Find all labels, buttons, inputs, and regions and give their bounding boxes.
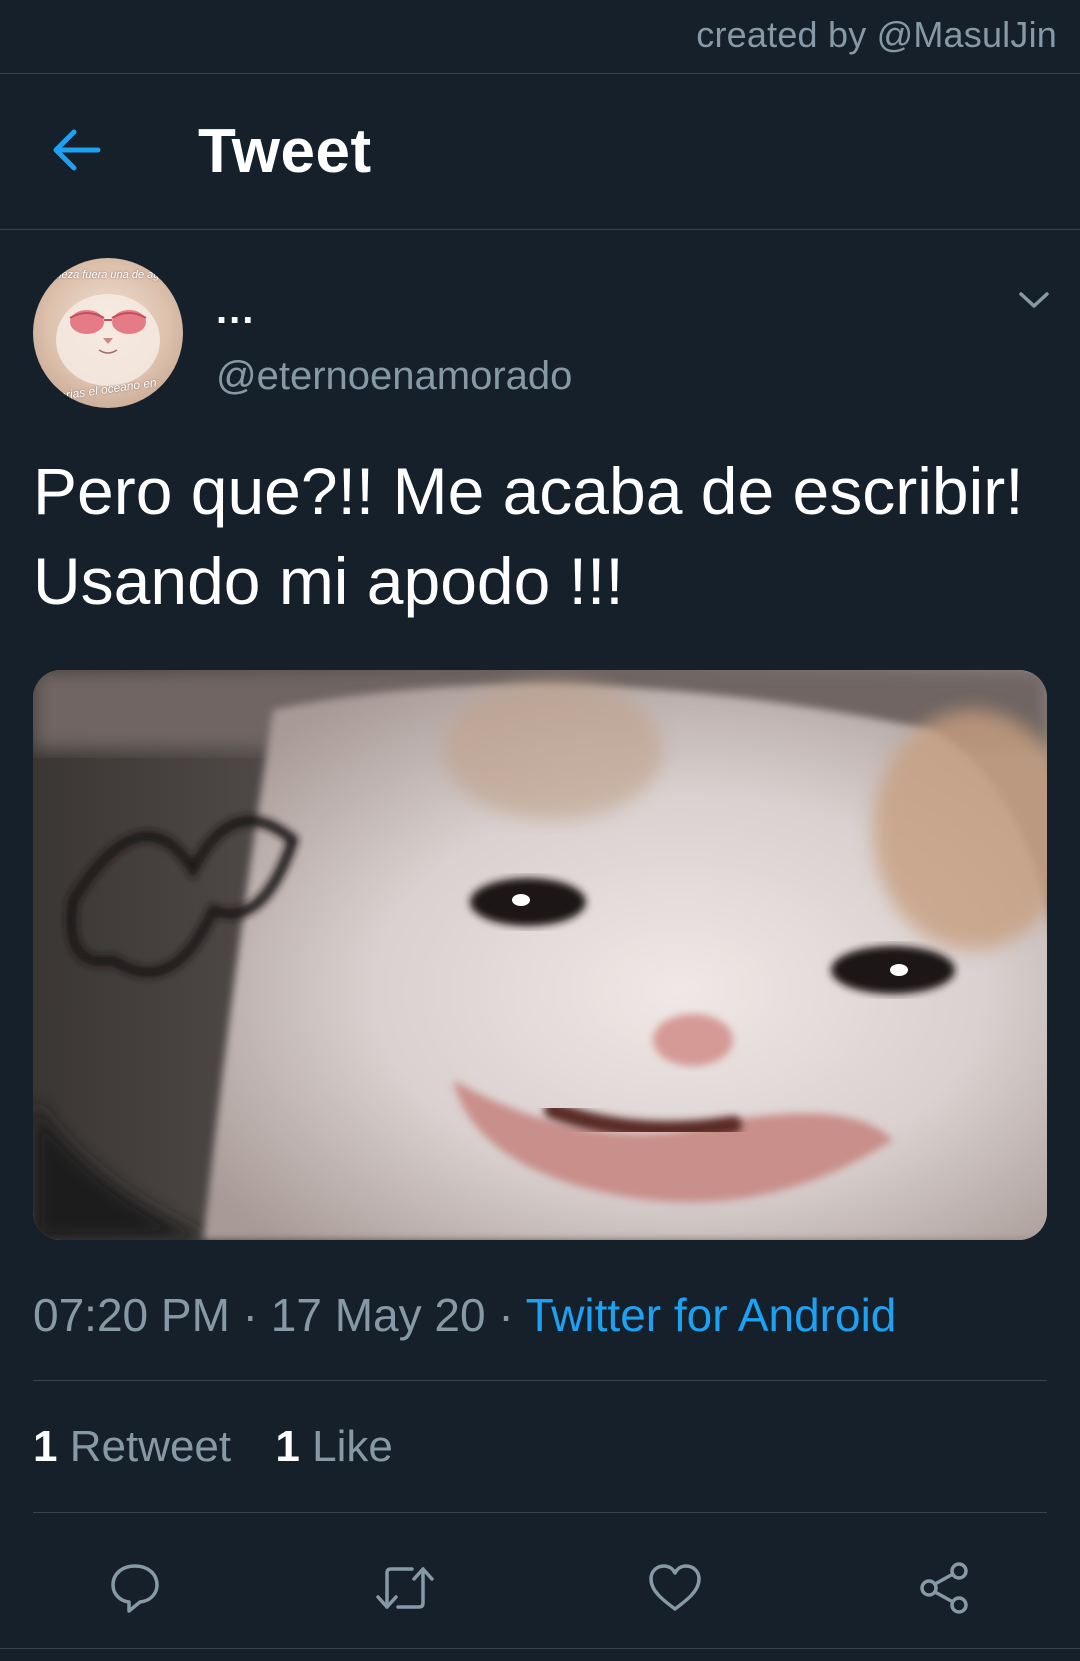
- retweet-icon: [376, 1567, 434, 1609]
- author-display-name[interactable]: ...: [216, 288, 255, 333]
- divider: [0, 1648, 1080, 1649]
- tweet-text: Pero que?!! Me acaba de escribir! Usando…: [33, 454, 1024, 618]
- back-button[interactable]: [46, 120, 106, 180]
- arrow-left-icon: [53, 129, 101, 171]
- tweet-actions-bar: [0, 1548, 1080, 1658]
- likes-label: Like: [312, 1422, 393, 1471]
- reply-icon: [111, 1564, 159, 1613]
- crying-cat-photo: [33, 670, 1047, 1240]
- tweet-source-link[interactable]: Twitter for Android: [526, 1289, 897, 1341]
- share-button[interactable]: [905, 1548, 985, 1628]
- tweet-page: created by @MasulJin Tweet belleza fuera…: [0, 0, 1080, 1661]
- retweet-button[interactable]: [365, 1548, 445, 1628]
- chevron-down-icon: [1019, 292, 1049, 308]
- likes-count: 1: [275, 1422, 300, 1471]
- tweet-metadata: 07:20 PM · 17 May 20 · Twitter for Andro…: [33, 1288, 896, 1342]
- like-button[interactable]: [635, 1548, 715, 1628]
- retweets-count: 1: [33, 1422, 58, 1471]
- meta-separator: ·: [229, 1289, 271, 1341]
- retweets-stat[interactable]: 1 Retweet: [33, 1422, 231, 1471]
- tweet-time: 07:20 PM: [33, 1289, 230, 1341]
- reply-button[interactable]: [95, 1548, 175, 1628]
- tweet-date: 17 May 20: [270, 1289, 486, 1341]
- tweet-stats: 1 Retweet 1 Like: [33, 1422, 425, 1472]
- meta-separator: ·: [485, 1289, 526, 1341]
- avatar[interactable]: belleza fuera una de agua erias el ocean…: [33, 258, 183, 408]
- watermark-text: created by @MasulJin: [696, 14, 1057, 55]
- divider: [33, 1380, 1047, 1381]
- more-options-button[interactable]: [1012, 280, 1056, 320]
- retweets-label: Retweet: [69, 1422, 232, 1471]
- top-app-bar: Tweet: [0, 74, 1080, 230]
- watermark-bar: created by @MasulJin: [0, 0, 1080, 74]
- tweet-media-image[interactable]: [33, 670, 1047, 1240]
- divider: [33, 1512, 1047, 1513]
- share-icon: [920, 1562, 968, 1614]
- likes-stat[interactable]: 1 Like: [275, 1422, 392, 1471]
- heart-icon: [649, 1564, 701, 1611]
- author-handle[interactable]: @eternoenamorado: [216, 354, 572, 399]
- page-title: Tweet: [198, 117, 372, 186]
